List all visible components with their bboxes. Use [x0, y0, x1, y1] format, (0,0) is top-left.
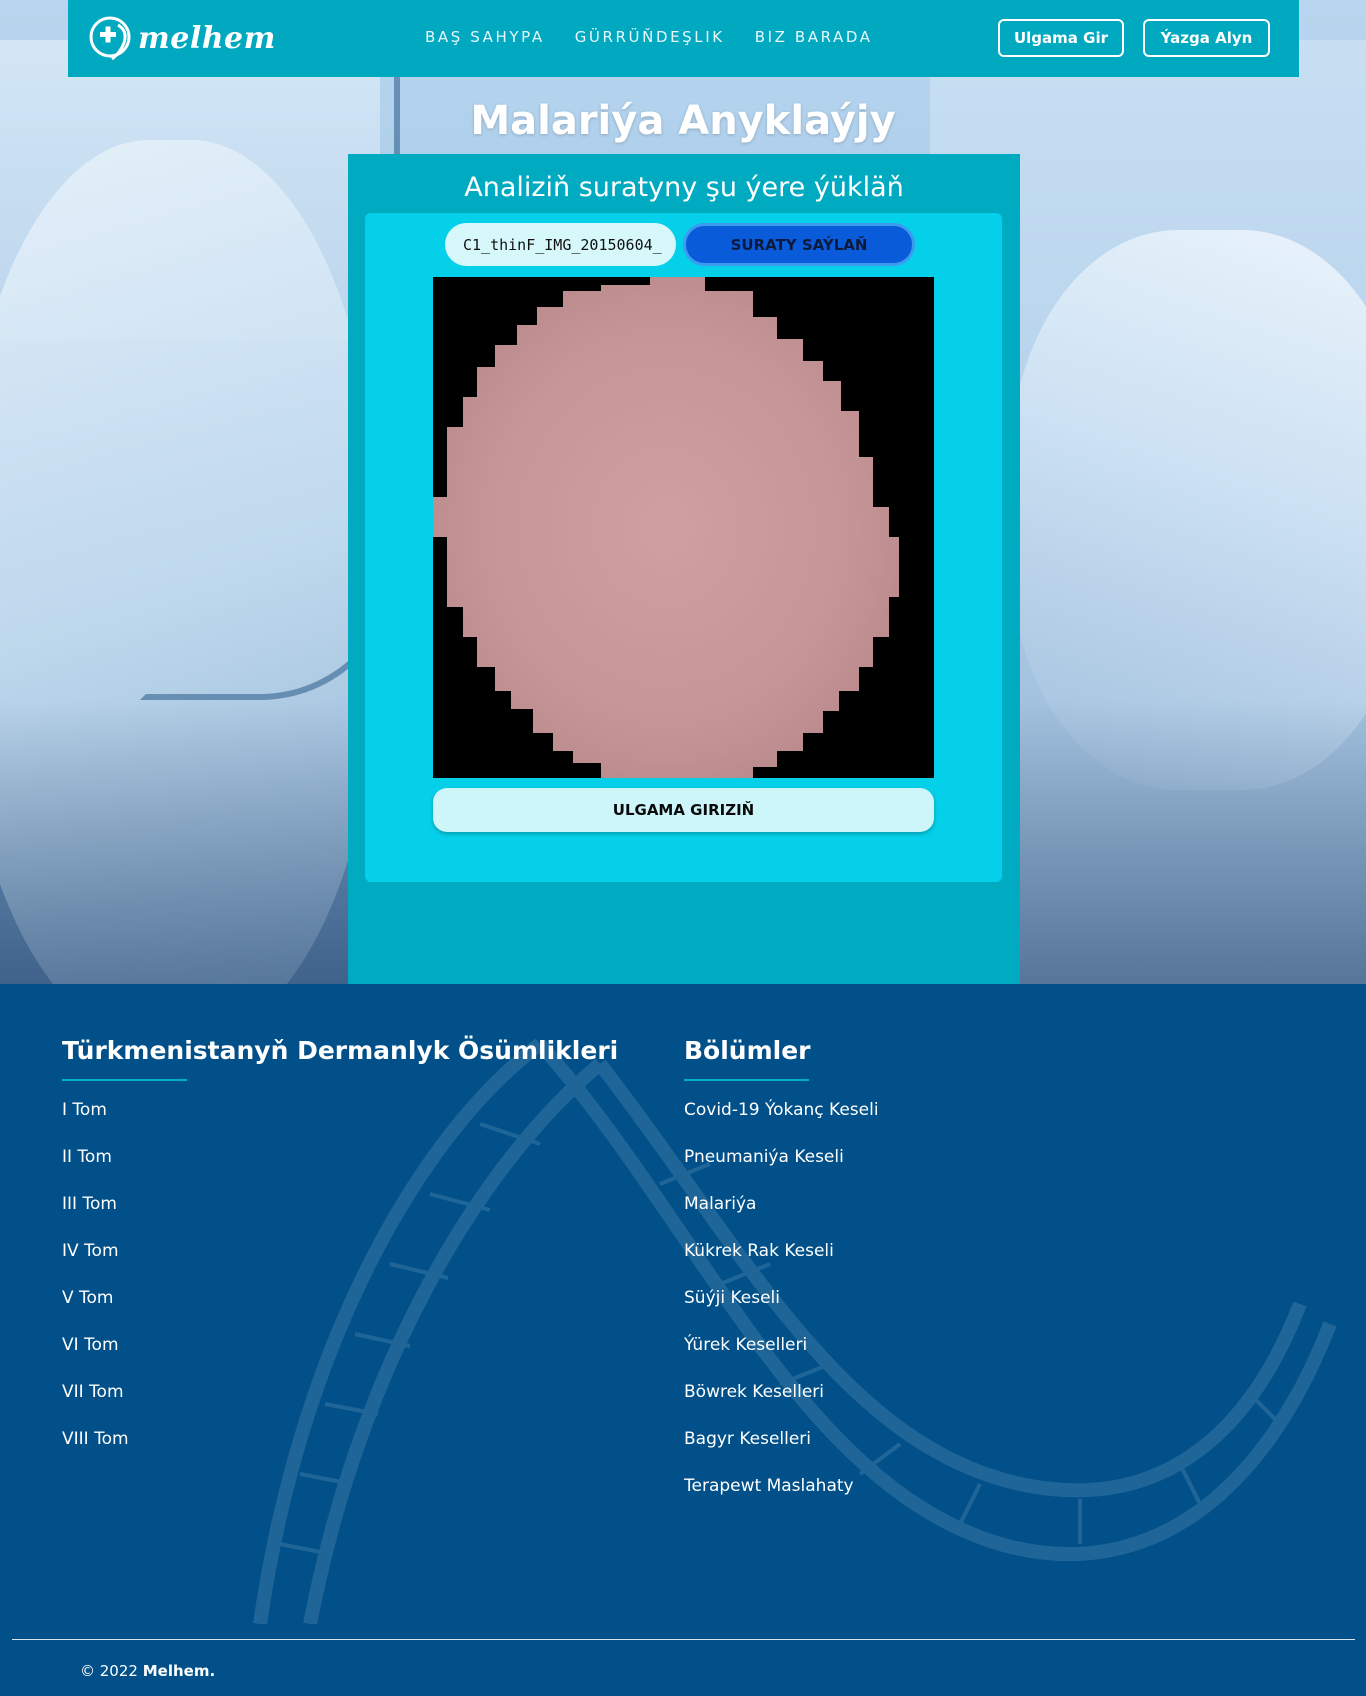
list-item-volume[interactable]: VI Tom — [62, 1334, 618, 1381]
logo-text: melhem — [138, 20, 276, 56]
file-name-field[interactable]: C1_thinF_IMG_20150604_ — [445, 223, 676, 266]
blood-cell-image — [433, 277, 899, 778]
copyright: © 2022 Melhem. — [80, 1662, 215, 1680]
submit-button[interactable]: ULGAMA GIRIZIŇ — [433, 788, 934, 832]
image-preview — [433, 277, 934, 778]
login-button[interactable]: Ulgama Gir — [998, 19, 1124, 57]
heading-underline — [684, 1079, 809, 1081]
copyright-year: © 2022 — [80, 1662, 138, 1680]
list-item-volume[interactable]: VII Tom — [62, 1381, 618, 1428]
logo[interactable]: melhem — [88, 12, 276, 64]
list-item-volume[interactable]: III Tom — [62, 1193, 618, 1240]
nav-link-chat[interactable]: GÜRRÜŇDEŞLIK — [575, 28, 725, 46]
list-item-section[interactable]: Süýji Keseli — [684, 1287, 879, 1334]
choose-image-button[interactable]: SURATY SAÝLAŇ — [683, 223, 915, 266]
list-item-section[interactable]: Bagyr Keselleri — [684, 1428, 879, 1475]
nav-links: BAŞ SAHYPA GÜRRÜŇDEŞLIK BIZ BARADA — [425, 28, 873, 46]
page-title: Malariýa Anyklaýjy — [470, 98, 896, 144]
list-item-section[interactable]: Malariýa — [684, 1193, 879, 1240]
list-item-section[interactable]: Böwrek Keselleri — [684, 1381, 879, 1428]
copyright-brand: Melhem. — [142, 1662, 216, 1680]
sections-heading: Bölümler — [684, 1036, 811, 1065]
nav-link-about[interactable]: BIZ BARADA — [755, 28, 873, 46]
list-item-volume[interactable]: II Tom — [62, 1146, 618, 1193]
list-item-section[interactable]: Terapewt Maslahaty — [684, 1475, 879, 1522]
list-item-volume[interactable]: IV Tom — [62, 1240, 618, 1287]
upload-form: C1_thinF_IMG_20150604_ SURATY SAÝLAŇ ULG… — [365, 213, 1002, 882]
heading-underline — [62, 1079, 187, 1081]
nav-link-home[interactable]: BAŞ SAHYPA — [425, 28, 545, 46]
list-item-section[interactable]: Pneumaniýa Keseli — [684, 1146, 879, 1193]
list-item-section[interactable]: Ýürek Keselleri — [684, 1334, 879, 1381]
list-item-volume[interactable]: VIII Tom — [62, 1428, 618, 1475]
sections-column: Bölümler Covid-19 Ýokanç Keseli Pneumani… — [684, 1036, 879, 1522]
list-item-volume[interactable]: I Tom — [62, 1099, 618, 1146]
upload-panel: Analiziň suratyny şu ýere ýükläň C1_thin… — [348, 154, 1020, 984]
navbar: melhem BAŞ SAHYPA GÜRRÜŇDEŞLIK BIZ BARAD… — [68, 0, 1299, 77]
list-item-volume[interactable]: V Tom — [62, 1287, 618, 1334]
logo-cross-heart-icon — [89, 16, 131, 61]
medicinal-plants-column: Türkmenistanyň Dermanlyk Ösümlikleri I T… — [62, 1036, 618, 1475]
list-item-section[interactable]: Kükrek Rak Keseli — [684, 1240, 879, 1287]
upload-panel-title: Analiziň suratyny şu ýere ýükläň — [464, 172, 904, 203]
medicinal-plants-heading: Türkmenistanyň Dermanlyk Ösümlikleri — [62, 1036, 619, 1065]
footer-divider — [12, 1639, 1355, 1640]
register-button[interactable]: Ýazga Alyn — [1143, 19, 1270, 57]
footer: Türkmenistanyň Dermanlyk Ösümlikleri I T… — [0, 984, 1366, 1696]
list-item-section[interactable]: Covid-19 Ýokanç Keseli — [684, 1099, 879, 1146]
